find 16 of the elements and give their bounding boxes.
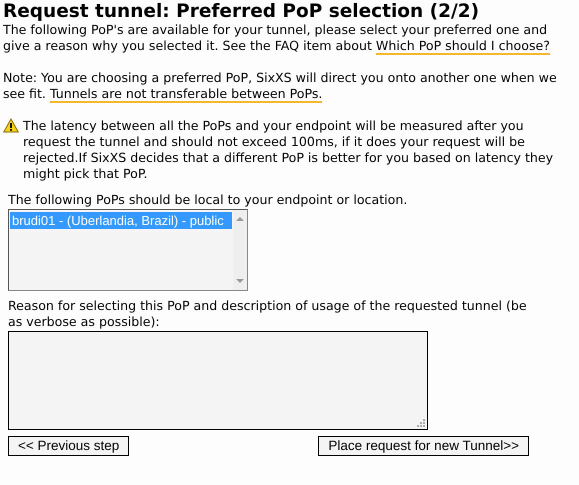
scroll-down-icon[interactable] bbox=[236, 279, 244, 284]
scroll-up-icon[interactable] bbox=[236, 216, 244, 221]
scrollbar[interactable] bbox=[233, 210, 247, 290]
warning-icon bbox=[3, 118, 19, 133]
warning-text: The latency between all the PoPs and your endpoint will be measured after you request the tunnel and should not exceed 100ms, if it does your request will be rejected.If SixXS decides that a different PoP is better for you based on latency they might pick that PoP. bbox=[23, 118, 554, 182]
pop-list-label: The following PoPs should be local to your endpoint or location. bbox=[8, 192, 408, 208]
note-paragraph: Note: You are choosing a preferred PoP, SixXS will direct you onto another one when we see fit. Tunnels are not transferable between PoPs. bbox=[3, 70, 558, 102]
faq-link[interactable]: Which PoP should I choose? bbox=[376, 38, 550, 55]
previous-step-button[interactable]: << Previous step bbox=[8, 436, 130, 456]
resize-grip-icon[interactable] bbox=[417, 419, 425, 427]
reason-field[interactable] bbox=[8, 331, 428, 430]
page-title: Request tunnel: Preferred PoP selection (2/2) bbox=[3, 2, 480, 22]
transfer-link[interactable]: Tunnels are not transferable between PoPs. bbox=[50, 86, 322, 103]
place-request-button[interactable]: Place request for new Tunnel>> bbox=[318, 436, 529, 456]
reason-label: Reason for selecting this PoP and description of usage of the requested tunnel (be as verbose as possible): bbox=[8, 298, 528, 330]
intro-paragraph: The following PoP's are available for your tunnel, please select your preferred one and give a reason why you selected it. See the FAQ item about Which PoP should I choose? bbox=[3, 22, 551, 54]
